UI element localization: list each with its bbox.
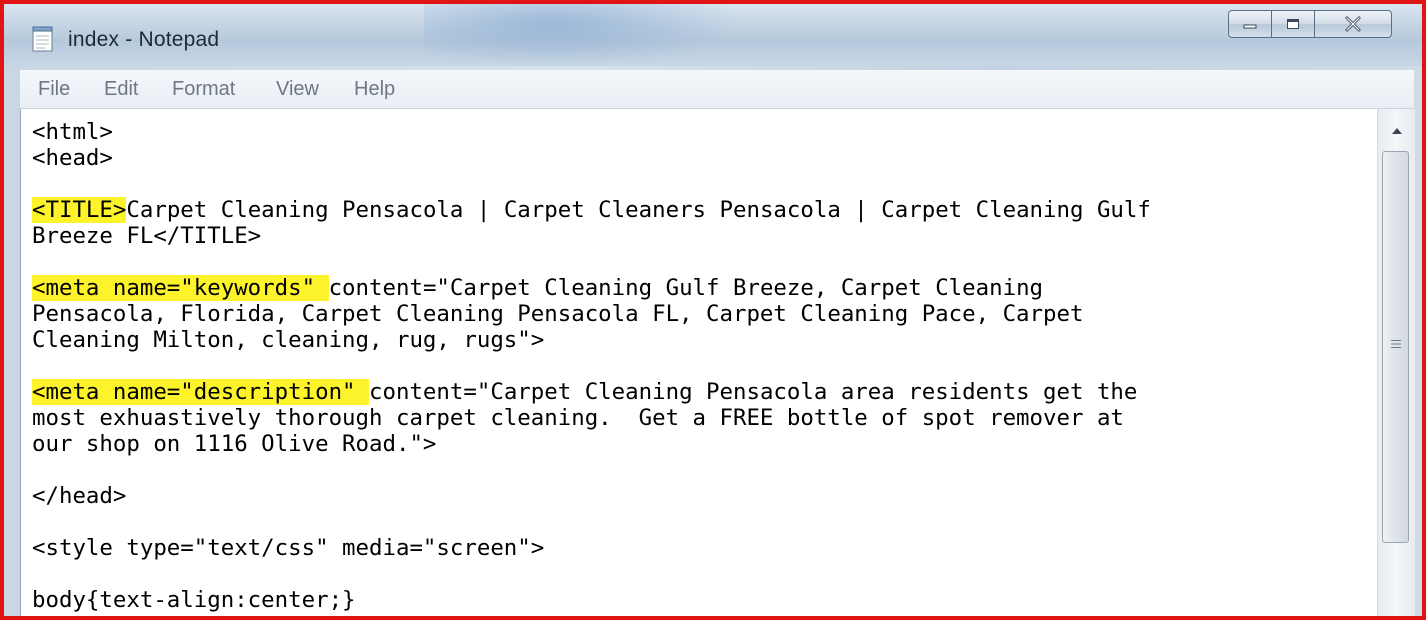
text-editor[interactable]: <html> <head> <TITLE>Carpet Cleaning Pen… xyxy=(20,109,1377,620)
window-title: index - Notepad xyxy=(68,28,220,51)
menu-help[interactable]: Help xyxy=(354,78,395,101)
code-line: <html> xyxy=(32,119,113,145)
close-icon xyxy=(1345,16,1361,32)
vertical-scrollbar[interactable] xyxy=(1377,109,1415,620)
code-line: <head> xyxy=(32,145,113,171)
menu-edit[interactable]: Edit xyxy=(104,78,138,101)
scroll-grip-icon xyxy=(1391,340,1401,348)
notepad-window: index - Notepad File Edit Format View He… xyxy=(4,4,1422,620)
maximize-button[interactable] xyxy=(1271,10,1315,38)
menu-file[interactable]: File xyxy=(38,78,70,101)
code-line: Pensacola, Florida, Carpet Cleaning Pens… xyxy=(32,301,1084,327)
highlighted-title-tag: <TITLE> xyxy=(32,197,127,223)
code-line: our shop on 1116 Olive Road."> xyxy=(32,431,437,457)
menu-view[interactable]: View xyxy=(276,78,319,101)
title-bar[interactable]: index - Notepad xyxy=(4,4,1422,66)
menu-format[interactable]: Format xyxy=(172,78,235,101)
code-line: Carpet Cleaning Pensacola | Carpet Clean… xyxy=(126,197,1151,223)
code-line: content="Carpet Cleaning Pensacola area … xyxy=(369,379,1138,405)
code-line: </head> xyxy=(32,483,127,509)
minimize-button[interactable] xyxy=(1228,10,1272,38)
minimize-icon xyxy=(1243,24,1257,29)
highlighted-description-meta: <meta name="description" xyxy=(32,379,370,405)
editor-content[interactable]: <html> <head> <TITLE>Carpet Cleaning Pen… xyxy=(32,119,1151,613)
scroll-up-button[interactable] xyxy=(1378,121,1415,141)
code-line: <style type="text/css" media="screen"> xyxy=(32,535,545,561)
code-line: body{text-align:center;} xyxy=(32,587,356,613)
maximize-icon xyxy=(1287,19,1299,29)
code-line: Breeze FL</TITLE> xyxy=(32,223,262,249)
menu-bar: File Edit Format View Help xyxy=(20,70,1414,109)
code-line: Cleaning Milton, cleaning, rug, rugs"> xyxy=(32,327,545,353)
scroll-up-arrow-icon xyxy=(1391,128,1402,134)
highlighted-keywords-meta: <meta name="keywords" xyxy=(32,275,329,301)
code-line: most exhuastively thorough carpet cleani… xyxy=(32,405,1124,431)
code-line: content="Carpet Cleaning Gulf Breeze, Ca… xyxy=(328,275,1044,301)
close-button[interactable] xyxy=(1314,10,1392,38)
notepad-app-icon xyxy=(32,26,53,52)
scroll-thumb[interactable] xyxy=(1382,151,1409,543)
